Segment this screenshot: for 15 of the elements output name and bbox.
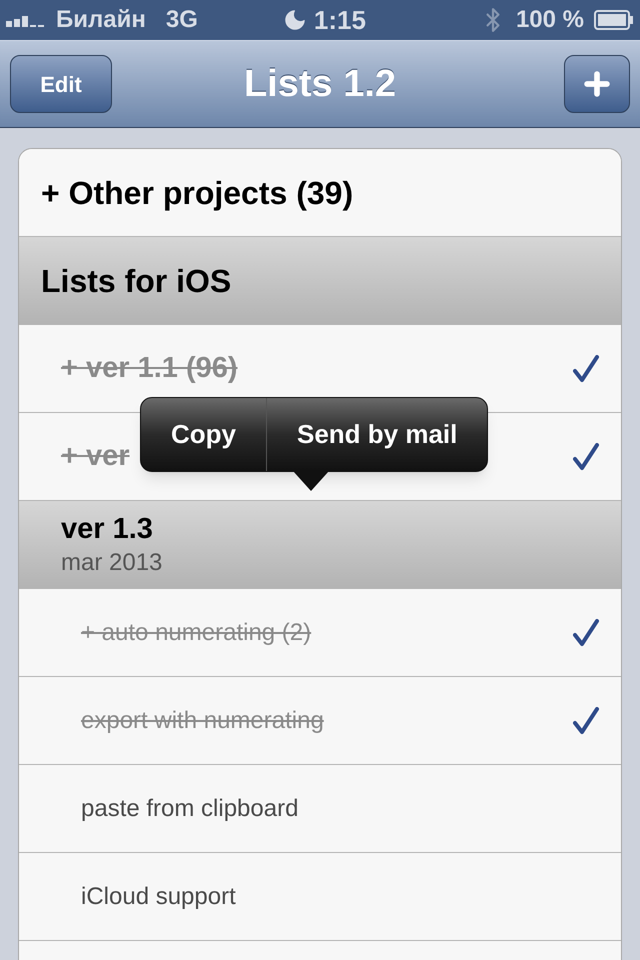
row-title: Lists for iOS	[41, 262, 232, 300]
row-title: ver 1.3	[61, 512, 154, 548]
row-title: + ver 1.1 (96)	[61, 351, 238, 386]
carrier-name: Билайн	[56, 5, 146, 35]
clock-time: 1:15	[314, 4, 366, 36]
battery-percent: 100 %	[516, 5, 584, 35]
row-title: + ver	[61, 439, 130, 474]
navigation-title: Lists 1.2	[244, 62, 396, 106]
row-title: + Other projects (39)	[41, 174, 354, 212]
row-title: paste from clipboard	[81, 794, 298, 824]
network-type: 3G	[166, 5, 198, 35]
row-title: export with numerating	[81, 706, 324, 736]
row-subtitle: mar 2013	[61, 548, 162, 578]
row-title: iCloud support	[81, 882, 236, 912]
row-title: + auto numerating (2)	[81, 618, 312, 648]
